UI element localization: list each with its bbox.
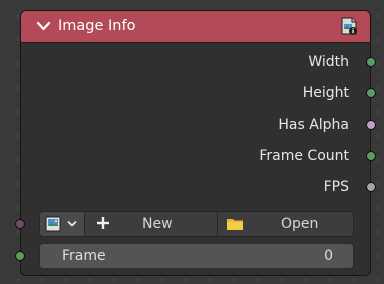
output-socket-fps[interactable]	[366, 182, 376, 192]
output-label-frame-count: Frame Count	[259, 148, 349, 164]
image-info-icon	[341, 17, 357, 35]
input-socket-image[interactable]	[15, 219, 25, 229]
folder-icon	[227, 219, 243, 230]
image-info-node[interactable]: Image Info Width Height Has Alpha Frame …	[15, 10, 376, 276]
node-header[interactable]: Image Info	[21, 11, 370, 43]
frame-label: Frame	[62, 248, 106, 264]
output-socket-height[interactable]	[366, 88, 376, 98]
plus-icon	[97, 217, 109, 229]
new-image-button[interactable]: New	[86, 212, 218, 236]
output-width: Width	[70, 52, 376, 72]
output-socket-has-alpha[interactable]	[366, 120, 376, 130]
node-title: Image Info	[58, 18, 136, 34]
image-icon	[45, 216, 61, 232]
chevron-down-icon	[67, 221, 77, 227]
output-frame-count: Frame Count	[70, 146, 376, 166]
image-browse-button[interactable]	[39, 211, 85, 237]
open-image-label: Open	[281, 216, 319, 232]
output-fps: FPS	[70, 177, 376, 197]
output-label-width: Width	[308, 54, 349, 70]
open-image-button[interactable]: Open	[218, 212, 353, 236]
new-image-label: New	[142, 216, 173, 232]
chevron-down-icon[interactable]	[36, 19, 51, 34]
image-selector: New Open	[39, 211, 354, 237]
output-label-fps: FPS	[323, 179, 349, 195]
frame-value: 0	[324, 248, 333, 264]
output-label-height: Height	[302, 85, 349, 101]
output-has-alpha: Has Alpha	[70, 115, 376, 135]
output-socket-frame-count[interactable]	[366, 151, 376, 161]
output-label-has-alpha: Has Alpha	[278, 117, 349, 133]
output-height: Height	[70, 83, 376, 103]
output-socket-width[interactable]	[366, 57, 376, 67]
input-socket-frame[interactable]	[15, 251, 25, 261]
frame-field[interactable]: Frame 0	[39, 243, 354, 269]
